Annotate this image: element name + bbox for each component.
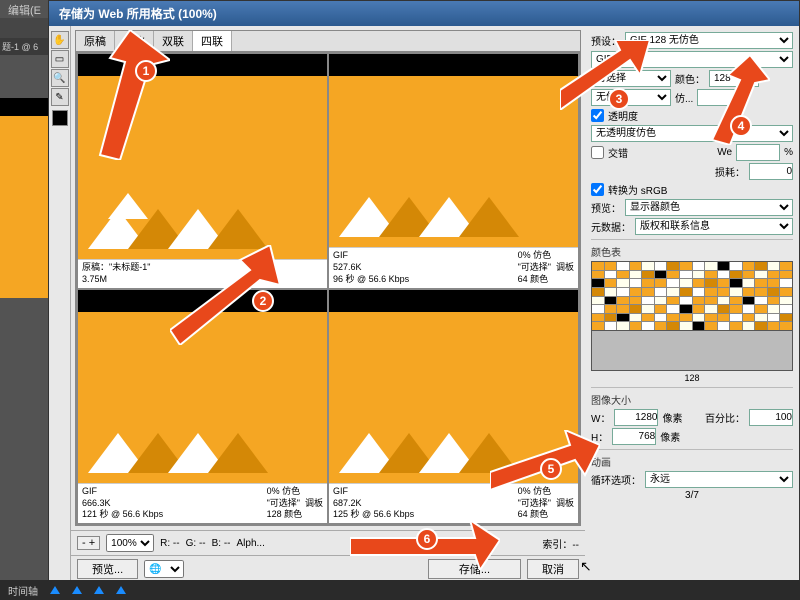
action-bar: 预览... 🌐 存储... 取消	[71, 555, 585, 582]
4up-grid: 原稿："未标题-1" 3.75M GIF 527.6K 96 秒 @ 56.6 …	[76, 52, 580, 525]
slice-tool-icon[interactable]: ▭	[51, 50, 69, 68]
save-button[interactable]: 存储...	[428, 559, 521, 579]
imgsize-title: 图像大小	[591, 392, 793, 407]
dither-amt-input[interactable]	[697, 89, 741, 106]
tab-optimized[interactable]: 优化	[115, 31, 154, 51]
web-input[interactable]	[736, 144, 780, 161]
doc-tab[interactable]: 题-1 @ 6	[0, 38, 48, 55]
zoom-select[interactable]: 100%	[106, 534, 154, 552]
tab-original[interactable]: 原稿	[76, 31, 115, 51]
web-label: We	[717, 147, 732, 158]
metadata-select[interactable]: 版权和联系信息	[635, 218, 793, 235]
transparency-label: 透明度	[608, 108, 638, 123]
loop-label: 循环选项：	[591, 472, 641, 487]
save-for-web-dialog: 存储为 Web 所用格式 (100%) ✋ ▭ 🔍 ✎ 原稿 优化 双联 四联	[48, 0, 800, 580]
status-bar: 时间轴	[0, 580, 800, 600]
play-icon[interactable]	[50, 586, 60, 594]
transparency-checkbox[interactable]	[591, 109, 604, 122]
colortable-title: 颜色表	[591, 244, 793, 259]
view-tabs: 原稿 优化 双联 四联	[76, 31, 580, 52]
pane-gif-1[interactable]: GIF 527.6K 96 秒 @ 56.6 Kbps0% 仿色 "可选择" 调…	[329, 54, 578, 288]
preview-area: 原稿 优化 双联 四联 原稿："未标题-1" 3.75M	[75, 30, 581, 526]
eyedropper-tool-icon[interactable]: ✎	[51, 88, 69, 106]
matte-select[interactable]: 无透明度仿色	[591, 125, 793, 142]
index-readout: 索引：--	[542, 536, 579, 551]
preview-label: 预览：	[591, 200, 621, 215]
badge-4: 4	[730, 115, 752, 137]
hand-tool-icon[interactable]: ✋	[51, 31, 69, 49]
photoshop-background: 题-1 @ 6	[0, 38, 48, 600]
play-icon[interactable]	[72, 586, 82, 594]
tool-column: ✋ ▭ 🔍 ✎	[49, 26, 71, 582]
srgb-checkbox[interactable]	[591, 183, 604, 196]
preview-select[interactable]: 显示器颜色	[625, 199, 793, 216]
height-input[interactable]	[612, 428, 656, 445]
play-icon[interactable]	[116, 586, 126, 594]
format-select[interactable]: GIF	[591, 51, 793, 68]
colors-select[interactable]: 128	[709, 70, 759, 87]
dither-select[interactable]: 无仿色	[591, 89, 671, 106]
badge-1: 1	[135, 60, 157, 82]
preset-label: 预设：	[591, 33, 621, 48]
tab-2up[interactable]: 双联	[154, 31, 193, 51]
zoom-tool-icon[interactable]: 🔍	[51, 69, 69, 87]
srgb-label: 转换为 sRGB	[608, 182, 667, 197]
pane-gif-2[interactable]: GIF 666.3K 121 秒 @ 56.6 Kbps0% 仿色 "可选择" …	[78, 290, 327, 524]
colors-label: 颜色：	[675, 71, 705, 86]
color-table-extra	[591, 331, 793, 371]
cursor-icon: ↖	[580, 558, 592, 575]
b-readout: B: --	[212, 538, 231, 549]
browser-select[interactable]: 🌐	[144, 560, 184, 578]
timeline-label[interactable]: 时间轴	[8, 583, 38, 598]
pane-original[interactable]: 原稿："未标题-1" 3.75M	[78, 54, 327, 288]
percent-input[interactable]	[749, 409, 793, 426]
badge-2: 2	[252, 290, 274, 312]
preview-button[interactable]: 预览...	[77, 559, 138, 579]
badge-3: 3	[608, 88, 630, 110]
lossy-input[interactable]	[749, 163, 793, 180]
cancel-button[interactable]: 取消	[527, 559, 579, 579]
interlace-label: 交错	[608, 145, 628, 160]
dialog-title: 存储为 Web 所用格式 (100%)	[49, 1, 799, 26]
g-readout: G: --	[186, 538, 206, 549]
preset-select[interactable]: GIF 128 无仿色	[625, 32, 793, 49]
color-count: 128	[591, 373, 793, 383]
width-input[interactable]	[614, 409, 658, 426]
alpha-readout: Alph...	[237, 538, 265, 549]
anim-title: 动画	[591, 454, 793, 469]
bottom-bar: - + 100% R: -- G: -- B: -- Alph... 索引：--	[71, 530, 585, 555]
zoom-out-button[interactable]: - +	[77, 536, 100, 550]
dither-amt-label: 仿...	[675, 90, 693, 105]
pane-gif-3[interactable]: GIF 687.2K 125 秒 @ 56.6 Kbps0% 仿色 "可选择" …	[329, 290, 578, 524]
loop-select[interactable]: 永远	[645, 471, 793, 488]
frame-readout: 3/7	[685, 490, 699, 501]
r-readout: R: --	[160, 538, 179, 549]
reduction-select[interactable]: 可选择	[591, 70, 671, 87]
play-icon[interactable]	[94, 586, 104, 594]
interlace-checkbox[interactable]	[591, 146, 604, 159]
metadata-label: 元数据：	[591, 219, 631, 234]
badge-5: 5	[540, 458, 562, 480]
canvas-peek	[0, 98, 48, 298]
tab-4up[interactable]: 四联	[193, 31, 232, 51]
color-swatch[interactable]	[52, 110, 68, 126]
color-table[interactable]	[591, 261, 793, 331]
badge-6: 6	[416, 528, 438, 550]
lossy-label: 损耗：	[715, 164, 745, 179]
